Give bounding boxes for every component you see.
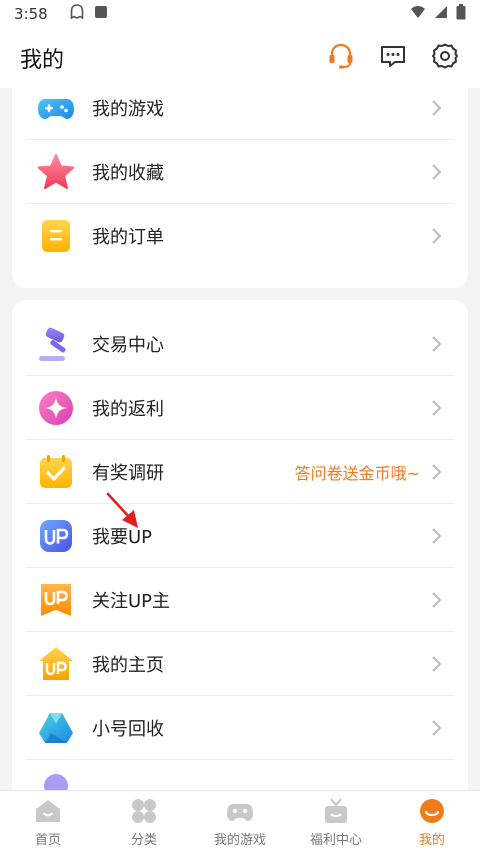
star-icon (36, 152, 76, 192)
my-items-card: 我的游戏 我的收藏 我的订单 (12, 88, 468, 288)
menu-item-my-favorites[interactable]: 我的收藏 (12, 140, 468, 204)
chevron-right-icon (432, 400, 442, 416)
chevron-right-icon (432, 336, 442, 352)
menu-item-my-orders[interactable]: 我的订单 (12, 204, 468, 268)
gift-icon (322, 797, 350, 825)
status-bar: 3:58 (0, 0, 480, 28)
menu-item-partial[interactable] (12, 760, 468, 790)
signal-icon (434, 5, 448, 23)
menu-item-label: 小号回收 (92, 719, 164, 740)
profile-icon (418, 797, 446, 825)
follow-up-icon (36, 580, 76, 620)
survey-icon (36, 452, 76, 492)
menu-item-survey[interactable]: 有奖调研 答问卷送金币哦~ (12, 440, 468, 504)
menu-item-my-games[interactable]: 我的游戏 (12, 88, 468, 140)
scroll-content[interactable]: 我的游戏 我的收藏 我的订单 交易中心 我的返利 有奖调研 答问卷送金币哦~ 我… (0, 88, 480, 790)
settings-button[interactable] (430, 43, 460, 73)
menu-item-label: 我的主页 (92, 655, 164, 676)
category-icon (130, 797, 158, 825)
chevron-right-icon (432, 164, 442, 180)
nav-home[interactable]: 首页 (0, 791, 96, 853)
controller-icon (226, 797, 254, 825)
menu-item-my-rebate[interactable]: 我的返利 (12, 376, 468, 440)
chevron-right-icon (432, 100, 442, 116)
nav-my-games[interactable]: 我的游戏 (192, 791, 288, 853)
status-time: 3:58 (14, 5, 48, 23)
menu-item-label: 交易中心 (92, 335, 164, 356)
menu-item-label: 我的游戏 (92, 99, 164, 120)
nav-label: 福利中心 (309, 832, 362, 848)
home-icon (34, 797, 62, 825)
rebate-icon (36, 388, 76, 428)
partial-item-icon (36, 772, 76, 790)
gear-icon (431, 42, 459, 74)
survey-promo-text: 答问卷送金币哦~ (294, 464, 420, 483)
menu-item-follow-up[interactable]: 关注UP主 (12, 568, 468, 632)
chevron-right-icon (432, 592, 442, 608)
menu-item-label: 我的返利 (92, 399, 164, 420)
nav-label: 我的 (418, 832, 445, 848)
page-header: 我的 (0, 28, 480, 88)
battery-icon (456, 4, 466, 24)
menu-item-become-up[interactable]: 我要UP (12, 504, 468, 568)
nav-label: 我的游戏 (213, 832, 266, 848)
notification-ghost-icon (70, 4, 84, 24)
chevron-right-icon (432, 464, 442, 480)
chevron-right-icon (432, 656, 442, 672)
order-icon (36, 216, 76, 256)
messages-button[interactable] (378, 43, 408, 73)
chevron-right-icon (432, 528, 442, 544)
gamepad-icon (36, 88, 76, 128)
services-card: 交易中心 我的返利 有奖调研 答问卷送金币哦~ 我要UP 关注UP主 我的主页 … (12, 300, 468, 790)
recycle-icon (36, 708, 76, 748)
headset-icon (326, 41, 356, 75)
nav-welfare-center[interactable]: 福利中心 (288, 791, 384, 853)
menu-item-label: 有奖调研 (92, 463, 164, 484)
chevron-right-icon (432, 228, 442, 244)
nav-category[interactable]: 分类 (96, 791, 192, 853)
menu-item-label: 我的订单 (92, 227, 164, 248)
notification-square-icon (94, 5, 108, 23)
message-icon (379, 42, 407, 74)
home-page-icon (36, 644, 76, 684)
nav-mine[interactable]: 我的 (384, 791, 480, 853)
gavel-icon (36, 324, 76, 364)
chevron-right-icon (432, 720, 442, 736)
nav-label: 首页 (34, 832, 61, 848)
menu-item-account-recycle[interactable]: 小号回收 (12, 696, 468, 760)
wifi-icon (410, 5, 426, 23)
page-title: 我的 (20, 48, 65, 73)
menu-item-my-homepage[interactable]: 我的主页 (12, 632, 468, 696)
annotation-arrow-icon (106, 492, 138, 528)
menu-item-label: 我的收藏 (92, 163, 164, 184)
menu-item-label: 关注UP主 (92, 591, 171, 612)
menu-item-trading-center[interactable]: 交易中心 (12, 312, 468, 376)
nav-label: 分类 (130, 832, 157, 848)
customer-service-button[interactable] (326, 43, 356, 73)
up-icon (36, 516, 76, 556)
bottom-nav: 首页 分类 我的游戏 福利中心 我的 (0, 790, 480, 853)
